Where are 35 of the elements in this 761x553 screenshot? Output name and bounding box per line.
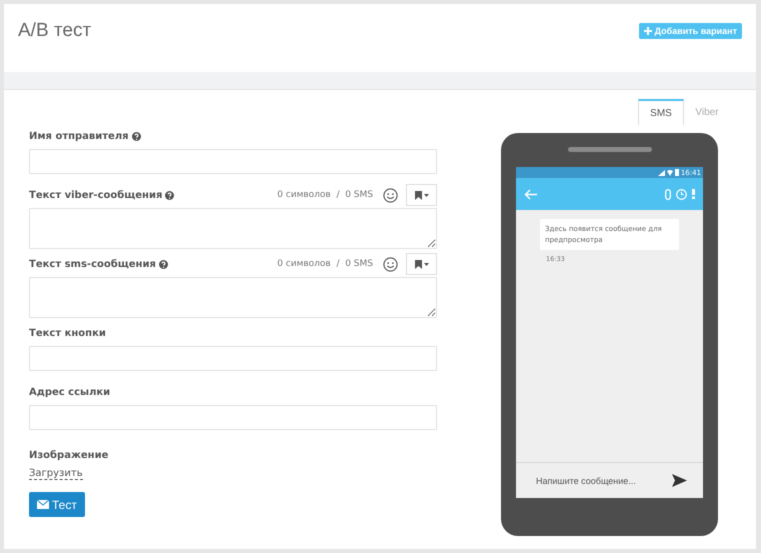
back-arrow-icon[interactable] bbox=[524, 188, 537, 200]
character-counter: 0 символов / 0 SMS bbox=[277, 190, 373, 200]
field-label: Изображение bbox=[29, 450, 108, 460]
plus-icon bbox=[644, 27, 652, 35]
upload-link[interactable]: Загрузить bbox=[29, 468, 83, 480]
field-label: Текст кнопки bbox=[29, 328, 106, 338]
bookmark-dropdown-button[interactable] bbox=[406, 184, 437, 206]
bookmark-dropdown-button[interactable] bbox=[406, 253, 437, 275]
preview-tab[interactable]: SMS bbox=[638, 99, 684, 125]
clock-icon[interactable] bbox=[676, 188, 687, 200]
wifi-icon bbox=[666, 170, 673, 176]
more-icon[interactable] bbox=[692, 189, 695, 199]
page-title: A/B тест bbox=[18, 20, 92, 42]
character-counter: 0 символов / 0 SMS bbox=[277, 259, 373, 269]
caret-icon bbox=[424, 262, 428, 266]
field-label: Текст viber-сообщения bbox=[29, 190, 162, 200]
field-label: Адрес ссылки bbox=[29, 386, 110, 398]
field-label: Имя отправителя bbox=[29, 130, 129, 142]
field-label: Текст sms-сообщения bbox=[29, 258, 156, 270]
send-icon[interactable] bbox=[672, 474, 687, 487]
add-variant-button[interactable]: Добавить вариант bbox=[638, 23, 742, 39]
input-field[interactable] bbox=[29, 405, 437, 430]
smiley-icon[interactable] bbox=[383, 256, 398, 272]
input-field[interactable] bbox=[29, 346, 437, 371]
bookmark-icon bbox=[414, 190, 422, 200]
battery-icon bbox=[674, 169, 679, 176]
caret-icon bbox=[424, 194, 428, 196]
input-field[interactable] bbox=[29, 149, 437, 174]
message-input[interactable]: Напишите сообщение... bbox=[534, 474, 664, 486]
paperclip-icon[interactable] bbox=[665, 188, 671, 200]
signal-icon bbox=[658, 170, 665, 176]
envelope-icon bbox=[37, 500, 49, 509]
smiley-icon[interactable] bbox=[383, 188, 398, 202]
bookmark-icon bbox=[414, 260, 422, 268]
test-button[interactable]: Тест bbox=[29, 492, 85, 517]
